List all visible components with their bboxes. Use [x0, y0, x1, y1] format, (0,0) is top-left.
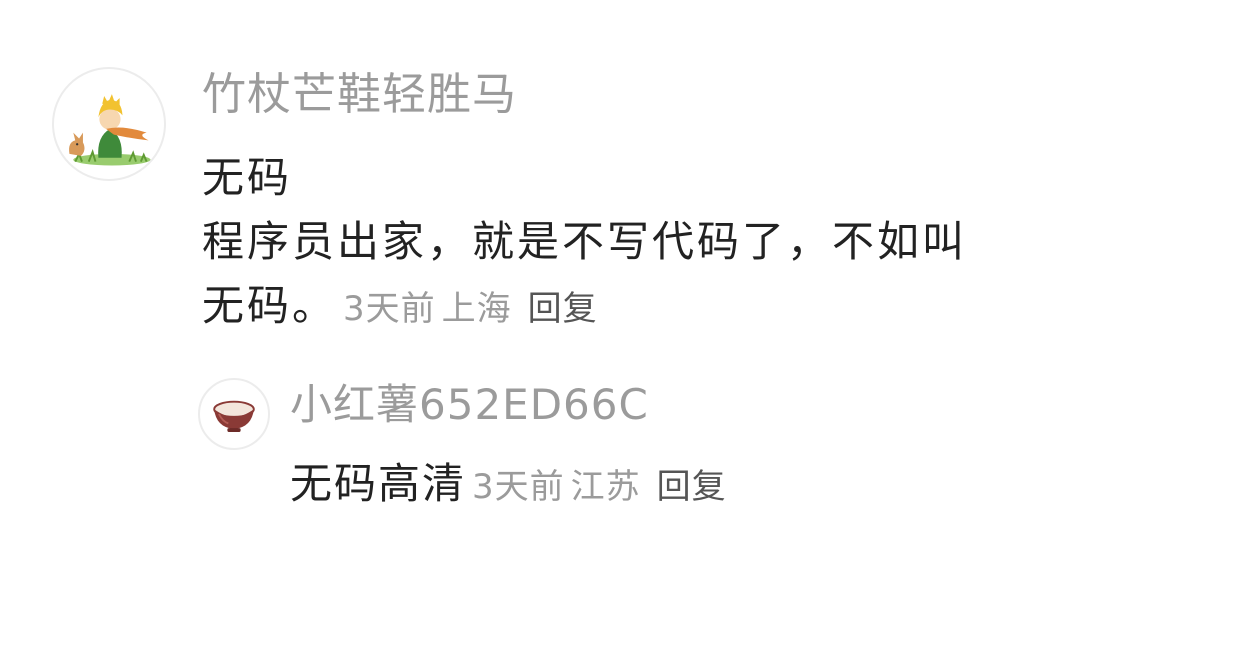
main-comment-content: 无码 程序员出家，就是不写代码了，不如叫 无码。 3天前 上海 回复	[202, 146, 1102, 338]
main-comment-avatar[interactable]	[52, 67, 166, 181]
reply-location: 江苏	[570, 467, 641, 507]
comment-text-line: 程序员出家，就是不写代码了，不如叫	[202, 217, 968, 266]
comment-text-line: 无码。	[202, 281, 338, 330]
reply-time: 3天前	[472, 467, 565, 507]
comment-time: 3天前	[343, 289, 436, 329]
reply-comment-meta: 3天前 江苏 回复	[466, 457, 727, 517]
main-comment-username[interactable]: 竹杖芒鞋轻胜马	[202, 68, 517, 122]
reply-comment-content: 无码高清 3天前 江苏 回复	[290, 454, 727, 517]
comment-text-line: 无码	[202, 153, 293, 202]
reply-comment-username[interactable]: 小红薯652ED66C	[290, 378, 649, 432]
reply-text: 无码高清	[290, 459, 467, 508]
reply-comment-avatar[interactable]	[198, 378, 270, 450]
reply-button[interactable]: 回复	[528, 289, 598, 329]
comment-location: 上海	[441, 289, 512, 329]
little-prince-icon	[69, 94, 151, 166]
comment-text-line-last: 无码。 3天前 上海 回复	[202, 274, 1102, 338]
main-comment-meta: 3天前 上海 回复	[337, 277, 598, 341]
bowl-icon	[213, 400, 255, 432]
reply-button[interactable]: 回复	[657, 467, 727, 507]
